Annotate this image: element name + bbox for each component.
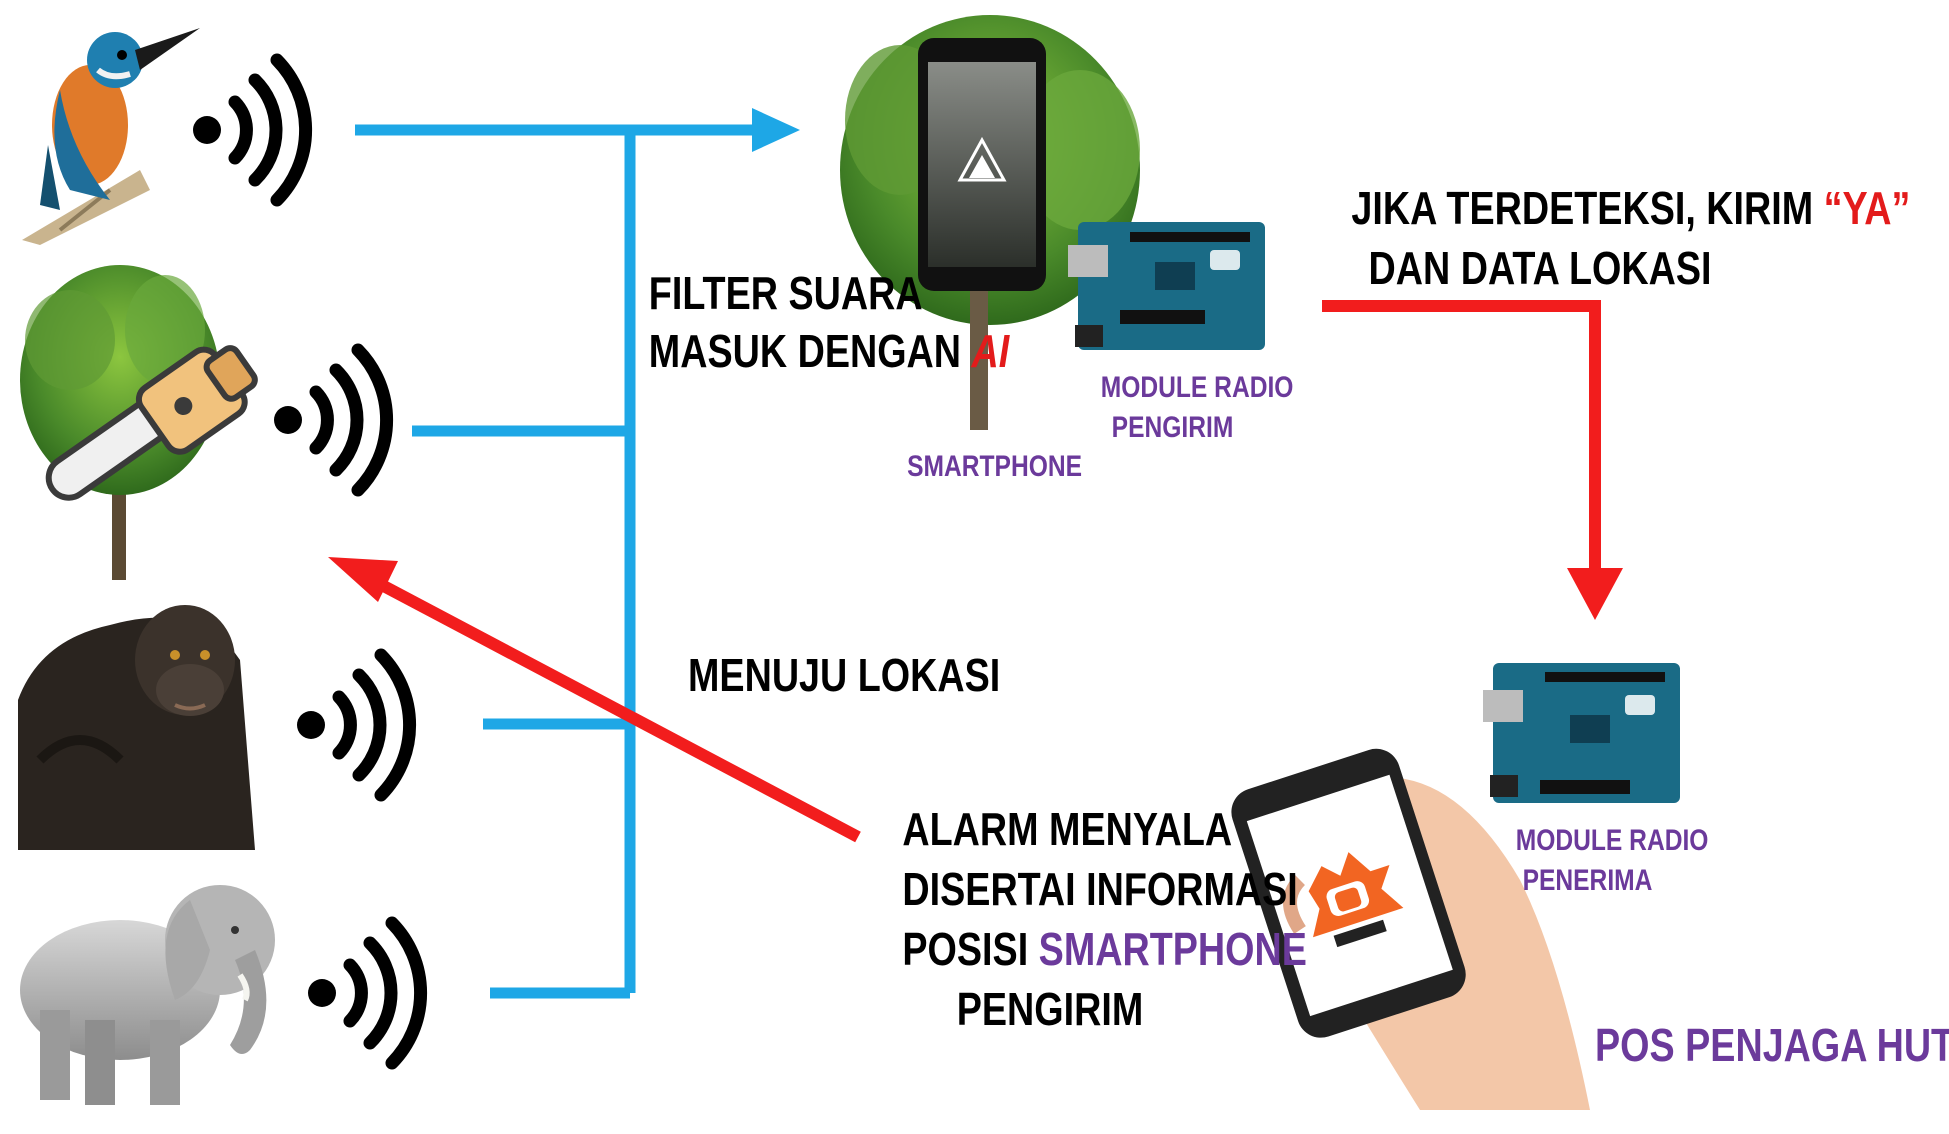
module-receiver-label: MODULE RADIO PENERIMA bbox=[1515, 824, 1709, 897]
arduino-board-icon bbox=[1068, 222, 1265, 350]
alarm-line3-prefix: POSISI bbox=[902, 923, 1039, 975]
alarm-highlight: SMARTPHONE bbox=[1038, 923, 1307, 975]
filter-label: FILTER SUARA MASUK DENGAN AI bbox=[648, 267, 1009, 374]
sound-wave-icon bbox=[193, 53, 313, 207]
arduino-board-icon bbox=[1483, 663, 1680, 803]
module-sender-line1: MODULE RADIO bbox=[1100, 371, 1294, 404]
filter-line2: MASUK DENGAN AI bbox=[649, 328, 1009, 374]
module-sender-line2: PENGIRIM bbox=[1111, 411, 1234, 444]
module-receiver-line1: MODULE RADIO bbox=[1515, 824, 1709, 857]
module-sender-label: MODULE RADIO PENGIRIM bbox=[1100, 371, 1294, 444]
module-receiver-line2: PENERIMA bbox=[1522, 864, 1653, 897]
filter-ai-text: AI bbox=[971, 325, 1010, 377]
detect-label: JIKA TERDETEKSI, KIRIM “YA” DAN DATA LOK… bbox=[1351, 185, 1910, 294]
tree-chainsaw-icon bbox=[20, 265, 258, 580]
filter-line2-prefix: MASUK DENGAN bbox=[648, 325, 972, 377]
blue-signal-bus bbox=[355, 124, 760, 999]
kingfisher-bird-icon bbox=[22, 28, 200, 245]
detect-line1: JIKA TERDETEKSI, KIRIM “YA” bbox=[1351, 185, 1910, 231]
alarm-line4: PENGIRIM bbox=[956, 983, 1144, 1035]
filter-line1: FILTER SUARA bbox=[648, 267, 923, 319]
detect-highlight: “YA” bbox=[1823, 182, 1911, 234]
elephant-icon bbox=[20, 885, 275, 1105]
go-location-label: MENUJU LOKASI bbox=[688, 649, 1001, 701]
gorilla-icon bbox=[18, 605, 255, 850]
alarm-line2: DISERTAI INFORMASI bbox=[902, 863, 1298, 915]
detect-line2: DAN DATA LOKASI bbox=[1368, 242, 1712, 294]
alarm-label: ALARM MENYALA DISERTAI INFORMASI POSISI … bbox=[902, 803, 1307, 1035]
blue-arrowhead bbox=[752, 108, 800, 152]
alarm-line1: ALARM MENYALA bbox=[902, 803, 1233, 855]
detect-line1-prefix: JIKA TERDETEKSI, KIRIM bbox=[1351, 182, 1824, 234]
smartphone-label: SMARTPHONE bbox=[907, 450, 1083, 483]
diagram-canvas: FILTER SUARA MASUK DENGAN AI SMARTPHONE … bbox=[0, 0, 1949, 1134]
sound-wave-icon bbox=[308, 916, 428, 1070]
ranger-post-label: POS PENJAGA HUTAN bbox=[1595, 1019, 1949, 1071]
sound-wave-icon bbox=[297, 648, 417, 802]
red-alert-arrow bbox=[1322, 300, 1623, 620]
sound-wave-icon bbox=[274, 343, 394, 497]
alarm-line3: POSISI SMARTPHONE bbox=[902, 923, 1307, 975]
